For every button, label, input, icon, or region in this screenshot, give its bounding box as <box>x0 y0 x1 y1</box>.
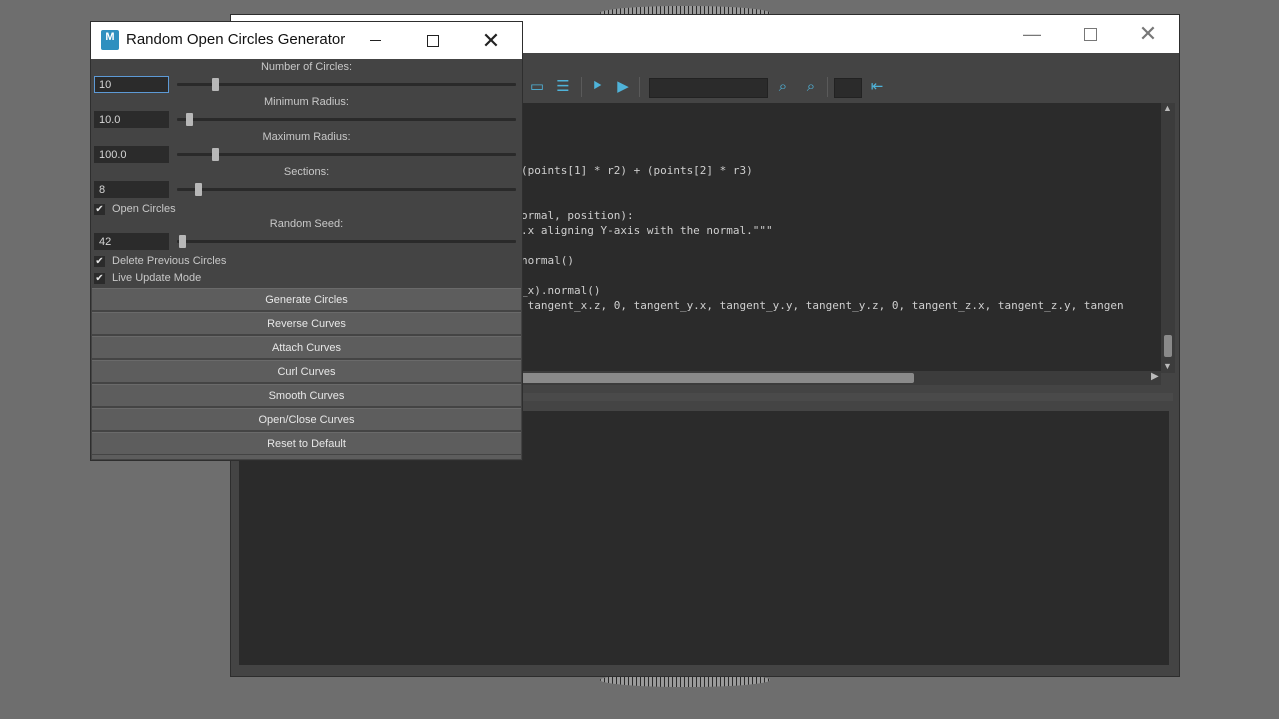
maya-logo-icon: M <box>101 30 119 50</box>
random-seed-slider[interactable] <box>177 240 516 243</box>
code-line: (points[1] * r2) + (points[2] * r3) <box>521 164 753 177</box>
reset-to-default-button[interactable]: Reset to Default <box>92 432 521 454</box>
attach-curves-button[interactable]: Attach Curves <box>92 336 521 358</box>
window-bottom-strip <box>92 455 521 459</box>
min-radius-field[interactable]: 10.0 <box>94 111 169 128</box>
close-icon[interactable]: ✕ <box>462 22 520 59</box>
search-down-icon[interactable]: ⌕ <box>773 75 793 97</box>
goto-line-field[interactable] <box>834 78 862 98</box>
max-radius-slider[interactable] <box>177 153 516 156</box>
delete-previous-checkbox[interactable]: ✔ Delete Previous Circles <box>94 254 226 268</box>
close-icon[interactable]: ✕ <box>1119 15 1177 53</box>
code-line: tangent_x.z, 0, tangent_y.x, tangent_y.y… <box>521 299 1124 312</box>
num-circles-slider-handle[interactable] <box>211 78 219 91</box>
vertical-scroll-thumb[interactable] <box>1164 335 1172 357</box>
scroll-up-icon[interactable]: ▲ <box>1163 103 1172 113</box>
num-circles-field[interactable]: 10 <box>94 76 169 93</box>
reverse-curves-button[interactable]: Reverse Curves <box>92 312 521 334</box>
toolbar-divider <box>639 77 640 97</box>
checkmark-icon[interactable]: ✔ <box>94 272 105 284</box>
live-update-label: Live Update Mode <box>112 272 202 284</box>
generate-circles-button[interactable]: Generate Circles <box>92 288 521 310</box>
random-seed-slider-handle[interactable] <box>179 235 186 248</box>
goto-line-icon[interactable]: ⇤ <box>867 75 887 97</box>
scroll-right-icon[interactable]: ▶ <box>1151 371 1159 382</box>
circles-generator-titlebar[interactable]: M Random Open Circles Generator ✕ <box>91 22 522 59</box>
sections-slider-handle[interactable] <box>195 183 203 196</box>
script-editor-toolbar: ▭ ☰ ⯈ ▶ ⌕ ⌕ ⇤ <box>521 75 1181 99</box>
horizontal-scroll-thumb[interactable] <box>521 373 914 383</box>
curl-curves-button[interactable]: Curl Curves <box>92 360 521 382</box>
smooth-curves-button[interactable]: Smooth Curves <box>92 384 521 406</box>
show-input-icon[interactable]: ▭ <box>527 75 547 97</box>
max-radius-slider-handle[interactable] <box>211 148 219 161</box>
min-radius-slider-handle[interactable] <box>185 113 193 126</box>
live-update-checkbox[interactable]: ✔ Live Update Mode <box>94 271 201 285</box>
sections-field[interactable]: 8 <box>94 181 169 198</box>
code-line: _x).normal() <box>521 284 601 297</box>
open-close-curves-button[interactable]: Open/Close Curves <box>92 408 521 430</box>
open-circles-checkbox[interactable]: ✔ Open Circles <box>94 202 176 216</box>
minimize-icon[interactable]: — <box>1003 15 1061 53</box>
code-line: ormal, position): <box>521 209 634 222</box>
search-field[interactable] <box>649 78 768 98</box>
vertical-scrollbar[interactable]: ▲ ▼ <box>1161 103 1175 373</box>
sections-label: Sections: <box>283 166 330 178</box>
maximize-icon[interactable] <box>1061 15 1119 53</box>
scroll-down-icon[interactable]: ▼ <box>1163 361 1172 371</box>
min-radius-label: Minimum Radius: <box>264 96 349 108</box>
search-up-icon[interactable]: ⌕ <box>801 75 821 97</box>
min-radius-slider[interactable] <box>177 118 516 121</box>
checkmark-icon[interactable]: ✔ <box>94 203 105 215</box>
toolbar-divider <box>827 77 828 97</box>
sections-slider[interactable] <box>177 188 516 191</box>
code-line: .x aligning Y-axis with the normal.""" <box>521 224 773 237</box>
toolbar-divider <box>581 77 582 97</box>
window-title: Random Open Circles Generator <box>126 31 346 48</box>
num-circles-label: Number of Circles: <box>260 61 353 73</box>
max-radius-label: Maximum Radius: <box>262 131 351 143</box>
delete-previous-label: Delete Previous Circles <box>112 255 227 267</box>
circles-generator-window: M Random Open Circles Generator ✕ Number… <box>90 21 523 461</box>
open-circles-label: Open Circles <box>112 203 176 215</box>
num-circles-slider[interactable] <box>177 83 516 86</box>
checkmark-icon[interactable]: ✔ <box>94 255 105 267</box>
random-seed-field[interactable]: 42 <box>94 233 169 250</box>
execute-selected-icon[interactable]: ⯈ <box>587 75 607 97</box>
minimize-icon[interactable] <box>346 22 404 59</box>
random-seed-label: Random Seed: <box>269 218 344 230</box>
line-numbers-icon[interactable]: ☰ <box>553 75 573 97</box>
max-radius-field[interactable]: 100.0 <box>94 146 169 163</box>
execute-all-icon[interactable]: ▶ <box>613 75 633 97</box>
maximize-icon[interactable] <box>404 22 462 59</box>
code-line: normal() <box>521 254 574 267</box>
